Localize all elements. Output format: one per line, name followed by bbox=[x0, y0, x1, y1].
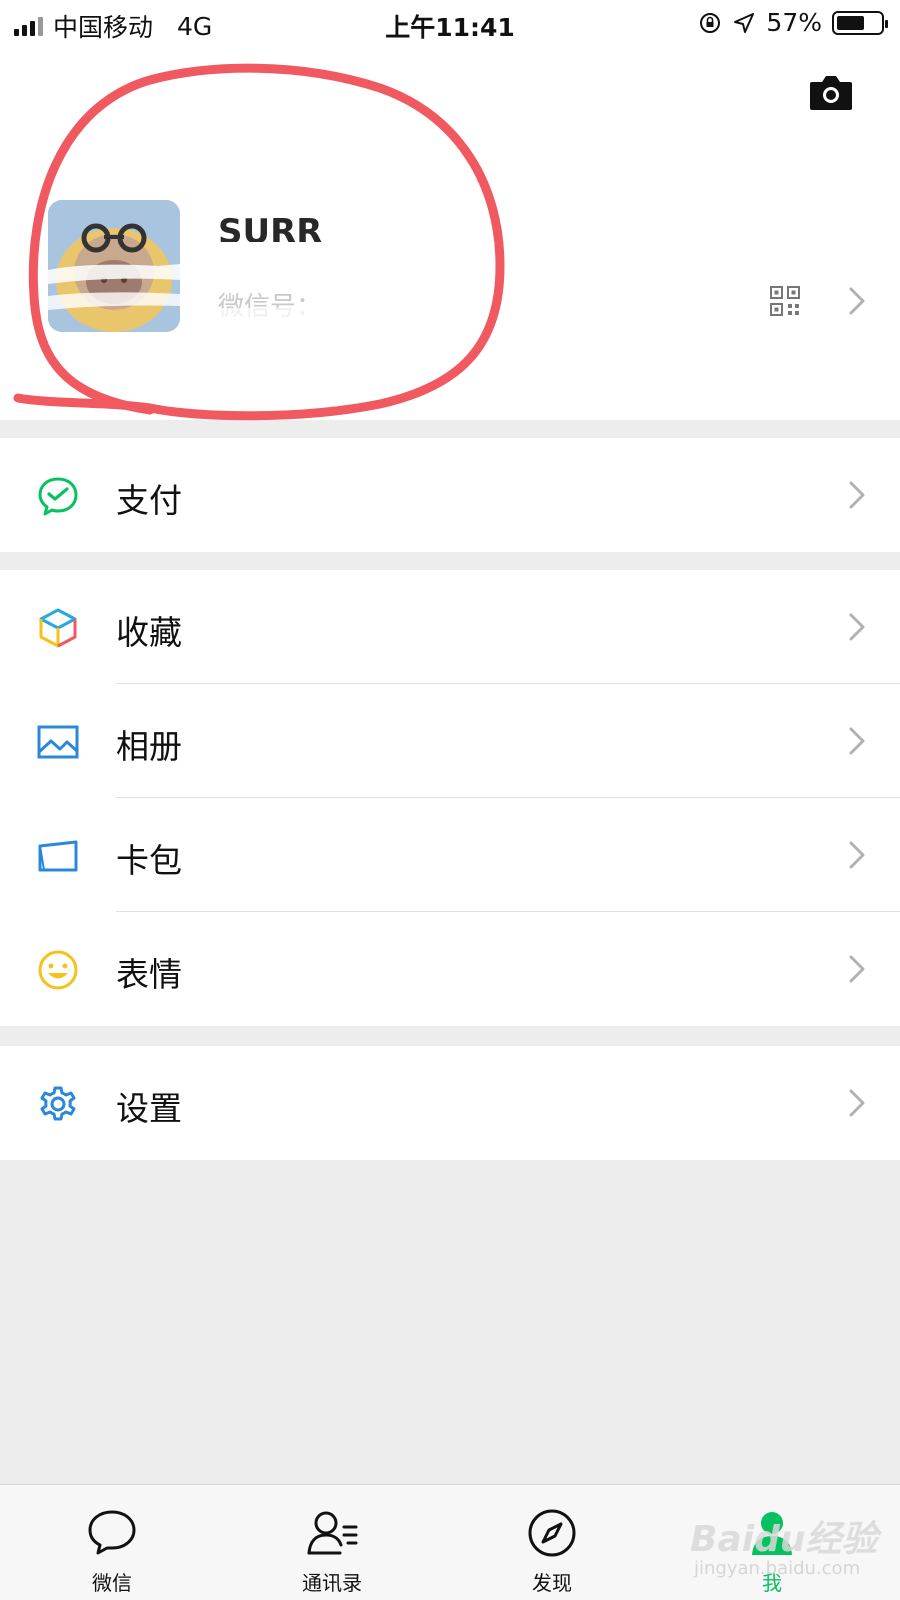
nickname-redaction bbox=[222, 242, 462, 264]
menu-item-favorites[interactable]: 收藏 bbox=[0, 570, 900, 684]
menu-item-label: 收藏 bbox=[116, 613, 182, 652]
menu-item-card-wallet[interactable]: 卡包 bbox=[0, 798, 900, 912]
menu-item-pay[interactable]: 支付 bbox=[0, 438, 900, 552]
chevron-right-icon bbox=[849, 481, 865, 509]
tab-contacts[interactable]: 通讯录 bbox=[262, 1485, 402, 1600]
chevron-right-icon bbox=[849, 727, 865, 755]
battery-icon bbox=[832, 10, 888, 35]
menu-item-label: 支付 bbox=[116, 481, 182, 520]
tab-label: 我 bbox=[762, 1571, 782, 1595]
menu-item-album[interactable]: 相册 bbox=[0, 684, 900, 798]
menu-group-features: 收藏 相册 卡包 表情 bbox=[0, 570, 900, 1026]
me-person-icon bbox=[752, 1512, 792, 1555]
profile-header[interactable]: SURR 微信号： bbox=[0, 46, 900, 420]
status-bar: 中国移动 4G 上午11:41 57% bbox=[0, 0, 900, 46]
contacts-icon bbox=[307, 1511, 358, 1555]
avatar[interactable] bbox=[48, 200, 180, 332]
menu-group-pay: 支付 bbox=[0, 438, 900, 552]
tab-label: 微信 bbox=[92, 1571, 132, 1595]
location-arrow-icon bbox=[734, 12, 755, 33]
menu-item-label: 表情 bbox=[116, 955, 182, 994]
menu-group-settings: 设置 bbox=[0, 1046, 900, 1160]
discover-compass-icon bbox=[528, 1509, 576, 1557]
menu-item-label: 卡包 bbox=[116, 841, 182, 880]
profile-chevron-right-icon bbox=[849, 287, 865, 315]
battery-percent: 57% bbox=[766, 8, 822, 37]
menu-item-label: 相册 bbox=[116, 727, 182, 766]
chevron-right-icon bbox=[849, 613, 865, 641]
qr-code-icon[interactable] bbox=[770, 286, 800, 316]
tab-label: 通讯录 bbox=[302, 1571, 362, 1595]
chevron-right-icon bbox=[849, 955, 865, 983]
settings-gear-icon bbox=[40, 1086, 76, 1121]
menu-item-stickers[interactable]: 表情 bbox=[0, 912, 900, 1026]
tab-me[interactable]: 我 bbox=[702, 1485, 842, 1600]
wechat-id-redaction bbox=[216, 308, 596, 320]
rotation-lock-icon bbox=[700, 12, 721, 33]
avatar-image bbox=[48, 200, 180, 332]
bottom-tab-bar: 微信 通讯录 发现 我 bbox=[0, 1484, 900, 1600]
camera-icon[interactable] bbox=[808, 72, 854, 112]
chevron-right-icon bbox=[849, 1089, 865, 1117]
tab-label: 发现 bbox=[532, 1571, 572, 1595]
favorites-cube-icon bbox=[39, 608, 77, 648]
chevron-right-icon bbox=[849, 841, 865, 869]
card-wallet-icon bbox=[38, 840, 78, 872]
menu-item-label: 设置 bbox=[116, 1089, 182, 1128]
album-icon bbox=[37, 725, 79, 759]
chat-bubble-icon bbox=[88, 1510, 136, 1555]
tab-chats[interactable]: 微信 bbox=[42, 1485, 182, 1600]
wechat-pay-icon bbox=[38, 477, 78, 516]
sticker-smile-icon bbox=[38, 950, 78, 990]
menu-item-settings[interactable]: 设置 bbox=[0, 1046, 900, 1160]
status-right: 57% bbox=[698, 8, 888, 37]
tab-discover[interactable]: 发现 bbox=[482, 1485, 622, 1600]
